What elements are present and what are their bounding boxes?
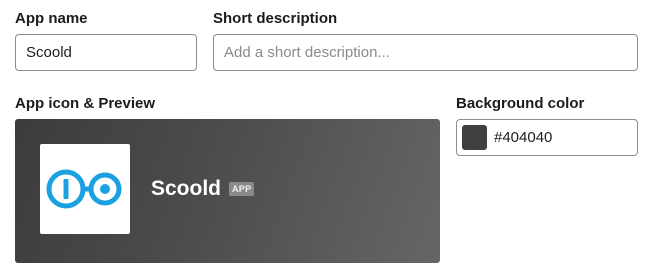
app-icon-upload[interactable] <box>40 144 130 234</box>
background-color-field[interactable]: #404040 <box>456 119 638 156</box>
app-badge: APP <box>229 182 255 196</box>
background-color-label: Background color <box>456 95 585 112</box>
color-swatch[interactable] <box>462 125 487 150</box>
short-description-input[interactable] <box>213 34 638 71</box>
short-description-label: Short description <box>213 10 338 27</box>
app-name-input[interactable] <box>15 34 197 71</box>
app-icon-preview-label: App icon & Preview <box>15 95 156 112</box>
app-preview-panel: Scoold APP <box>15 119 440 263</box>
scoold-logo-icon <box>46 169 122 209</box>
app-name-label: App name <box>15 10 88 27</box>
preview-app-name: Scoold <box>151 177 222 200</box>
background-color-value[interactable]: #404040 <box>494 129 552 147</box>
